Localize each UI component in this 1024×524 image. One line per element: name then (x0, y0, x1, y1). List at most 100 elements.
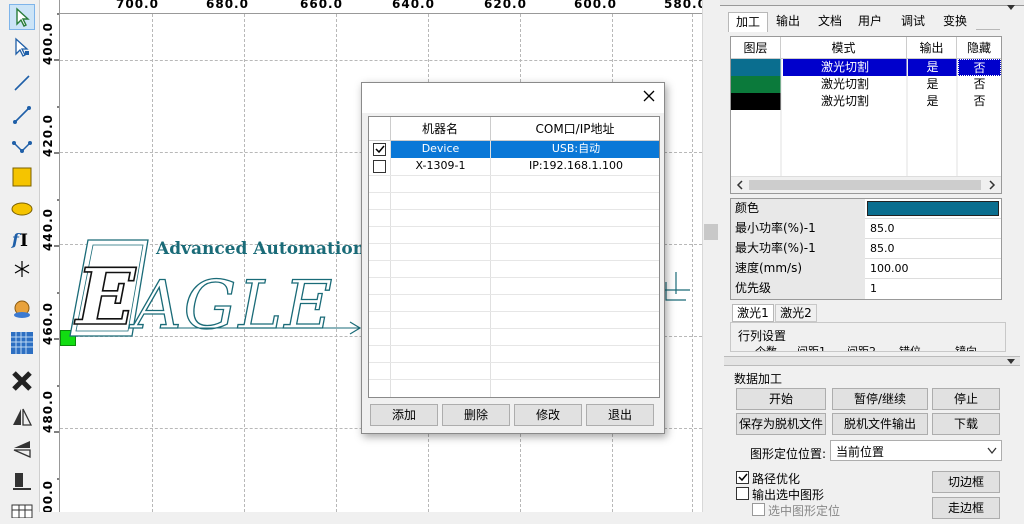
prop-row[interactable]: 优先级 1 (731, 279, 1001, 299)
point-tool-icon[interactable] (9, 256, 35, 282)
download-button[interactable]: 下载 (932, 413, 1000, 435)
path-optimize-checkbox[interactable] (736, 471, 749, 484)
offline-output-button[interactable]: 脱机文件输出 (832, 413, 928, 435)
list-item[interactable]: Device USB:自动 (369, 141, 659, 158)
dialog-titlebar[interactable] (362, 83, 664, 113)
layer-properties: 颜色 最小功率(%)-1 85.0 最大功率(%)-1 85.0 速度(mm/s… (730, 198, 1002, 300)
layer-hscrollbar[interactable] (731, 176, 1001, 193)
machine-checkbox[interactable] (373, 160, 386, 173)
array-settings-title: 行列设置 (738, 329, 787, 343)
tab-laser2[interactable]: 激光2 (775, 304, 817, 322)
text-tool-icon[interactable]: fI (9, 226, 35, 252)
cut-frame-button[interactable]: 切边框 (932, 471, 1000, 493)
bitmap-tool-icon[interactable] (9, 296, 35, 322)
tab-transform[interactable]: 变换 (936, 12, 974, 32)
layer-table: 图层 模式 输出 隐藏 激光切割 是 否 激光切割 是 否 激光切割 是 否 (730, 36, 1002, 194)
prop-value[interactable]: 100.00 (866, 259, 1001, 279)
scroll-right-icon[interactable] (987, 180, 997, 190)
machine-select-dialog: 机器名 COM口/IP地址 Device USB:自动 X-1309-1 IP: (361, 82, 665, 434)
machine-name: X-1309-1 (415, 159, 466, 172)
logo-tagline: Advanced Automation (155, 239, 365, 259)
output-selected-label: 输出选中图形 (752, 488, 825, 502)
ellipse-tool-icon[interactable] (9, 196, 35, 222)
polyline-tool-icon[interactable] (9, 102, 35, 128)
prop-key: 颜色 (731, 199, 865, 219)
node-edit-icon[interactable] (9, 34, 35, 60)
tab-output[interactable]: 输出 (770, 12, 806, 32)
array-col: 个数 (755, 345, 777, 352)
ruler-label: 580.0 (664, 0, 702, 11)
prop-value[interactable]: 85.0 (866, 239, 1001, 259)
position-select[interactable]: 当前位置 (830, 440, 1002, 461)
array-settings-box: 行列设置 个数 间距1 间距2 错位 镜向 (730, 322, 1006, 352)
prop-row[interactable]: 最小功率(%)-1 85.0 (731, 219, 1001, 239)
ruler-label: 600.0 (574, 0, 617, 11)
stop-button[interactable]: 停止 (932, 388, 1000, 410)
canvas-scrollbar[interactable] (702, 0, 720, 512)
vertical-ruler: 400.0 420.0 440.0 460.0 480.0 500.0 (40, 0, 60, 512)
ruler-label: 640.0 (392, 0, 435, 11)
output-selected-checkbox[interactable] (736, 487, 749, 500)
start-button[interactable]: 开始 (736, 388, 826, 410)
mirror-horizontal-icon[interactable] (9, 404, 35, 430)
data-process-title: 数据加工 (734, 372, 783, 386)
hidden-col-header: 隐藏 (957, 37, 1001, 59)
canvas-scroll-thumb[interactable] (704, 224, 718, 240)
tab-debug[interactable]: 调试 (894, 12, 932, 32)
prop-value[interactable]: 1 (866, 279, 1001, 299)
pause-resume-button[interactable]: 暂停/继续 (832, 388, 928, 410)
ruler-label: 680.0 (206, 0, 249, 11)
rectangle-tool-icon[interactable] (9, 164, 35, 190)
list-item[interactable]: X-1309-1 IP:192.168.1.100 (369, 158, 659, 175)
prop-row[interactable]: 颜色 (731, 199, 1001, 219)
array-col: 错位 (899, 345, 921, 352)
exit-button[interactable]: 退出 (586, 404, 654, 426)
horizontal-ruler: 700.0 680.0 660.0 640.0 620.0 600.0 580.… (60, 0, 702, 14)
tool-palette: fI (0, 0, 40, 518)
grid-array-icon[interactable] (9, 330, 35, 356)
layer-scroll-thumb[interactable] (749, 180, 981, 190)
machine-name: Device (391, 141, 490, 158)
prop-row[interactable]: 速度(mm/s) 100.00 (731, 259, 1001, 279)
panel-top-bar (720, 0, 1024, 6)
tab-user[interactable]: 用户 (852, 12, 888, 32)
prop-value[interactable]: 85.0 (866, 219, 1001, 239)
collapse-icon[interactable] (1006, 358, 1016, 366)
machine-list: 机器名 COM口/IP地址 Device USB:自动 X-1309-1 IP: (368, 116, 660, 398)
path-optimize-label: 路径优化 (752, 472, 801, 486)
delete-button[interactable]: 删除 (442, 404, 510, 426)
machine-addr: USB:自动 (491, 141, 659, 158)
ruler-label: 620.0 (484, 0, 527, 11)
mode-col-header: 模式 (781, 37, 907, 59)
walk-frame-button[interactable]: 走边框 (932, 497, 1000, 519)
ruler-label: 660.0 (300, 0, 343, 11)
line-tool-icon[interactable] (9, 70, 35, 96)
collapse-icon[interactable] (1006, 4, 1016, 12)
position-label: 图形定位位置: (750, 447, 827, 461)
array-col: 间距1 (797, 345, 826, 352)
chevron-down-icon (987, 447, 997, 455)
tab-process[interactable]: 加工 (728, 12, 768, 32)
delete-tool-icon[interactable] (9, 368, 35, 394)
grid-line (60, 60, 702, 61)
table-tool-icon[interactable] (9, 498, 35, 524)
mirror-vertical-icon[interactable] (9, 436, 35, 462)
close-icon[interactable] (642, 89, 656, 103)
scroll-left-icon[interactable] (735, 180, 745, 190)
array-col: 间距2 (847, 345, 876, 352)
color-swatch[interactable] (867, 201, 999, 216)
add-button[interactable]: 添加 (370, 404, 438, 426)
select-arrow-icon[interactable] (9, 4, 35, 30)
position-select-value: 当前位置 (836, 445, 885, 459)
curve-tool-icon[interactable] (9, 134, 35, 160)
save-offline-button[interactable]: 保存为脱机文件 (736, 413, 826, 435)
tab-laser1[interactable]: 激光1 (732, 304, 774, 322)
tab-document[interactable]: 文档 (812, 12, 848, 32)
align-bottom-icon[interactable] (9, 468, 35, 494)
panel-splitter[interactable] (724, 356, 1020, 366)
machine-checkbox[interactable] (373, 143, 386, 156)
edit-button[interactable]: 修改 (514, 404, 582, 426)
select-position-checkbox[interactable] (752, 503, 765, 516)
logo-word: AGLE (128, 267, 334, 344)
prop-row[interactable]: 最大功率(%)-1 85.0 (731, 239, 1001, 259)
